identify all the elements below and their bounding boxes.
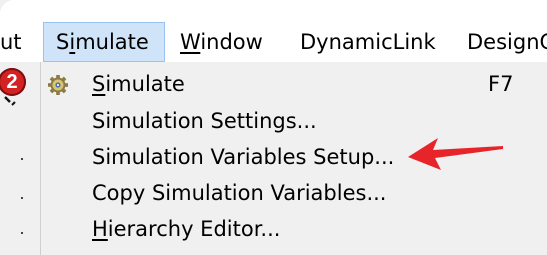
toolbar-separator-dot: [21, 232, 23, 234]
menu-dynamiclink[interactable]: DynamicLink: [292, 22, 444, 62]
menu-bar: ut Simulate Window DynamicLink DesignG: [0, 22, 547, 62]
toolbar-separator-dot: [21, 197, 23, 199]
menu-item-hierarchy-editor[interactable]: Hierarchy Editor...: [41, 211, 547, 247]
red-circle-badge-icon[interactable]: 2: [0, 68, 26, 96]
left-toolbar: 2: [0, 62, 41, 255]
menu-designer[interactable]: DesignG: [459, 22, 547, 62]
red-arrow-icon: [408, 138, 503, 170]
menu-item-simulate[interactable]: Simulate F7: [41, 66, 547, 102]
gear-icon: [48, 75, 68, 95]
window-frame-top: [0, 0, 547, 22]
menu-window[interactable]: Window: [172, 22, 271, 62]
menu-item-simulation-settings[interactable]: Simulation Settings...: [41, 103, 547, 139]
magnifier-icon: [4, 96, 16, 106]
menu-simulate[interactable]: Simulate: [43, 22, 165, 62]
menu-item-copy-simulation-variables[interactable]: Copy Simulation Variables...: [41, 175, 547, 211]
menu-about[interactable]: ut: [0, 22, 30, 62]
toolbar-separator-dot: [21, 158, 23, 160]
shortcut-label: F7: [488, 72, 514, 96]
